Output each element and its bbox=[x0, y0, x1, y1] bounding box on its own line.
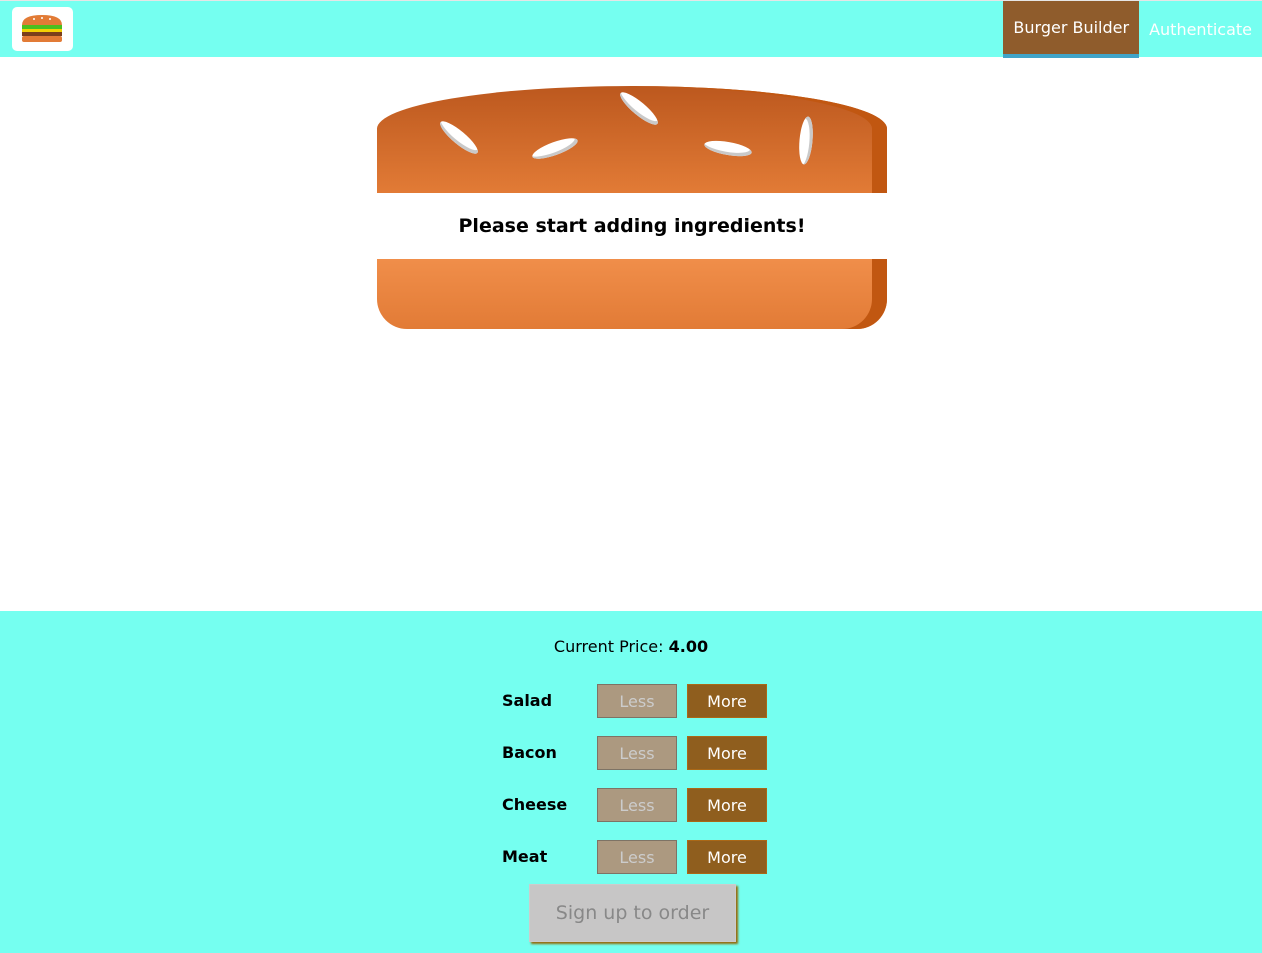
seed bbox=[530, 134, 580, 163]
nav-authenticate[interactable]: Authenticate bbox=[1139, 1, 1262, 58]
seed bbox=[797, 116, 815, 165]
empty-burger-message: Please start adding ingredients! bbox=[458, 215, 806, 237]
seed bbox=[436, 117, 482, 158]
price-label: Current Price: bbox=[553, 637, 664, 656]
toolbar: Burger Builder Authenticate bbox=[0, 0, 1262, 58]
control-meat: Meat Less More bbox=[502, 840, 772, 874]
less-button[interactable]: Less bbox=[597, 840, 677, 874]
ingredient-label: Meat bbox=[502, 847, 548, 866]
ingredient-label: Cheese bbox=[502, 795, 568, 814]
seed bbox=[703, 137, 753, 160]
sign-up-to-order-button[interactable]: Sign up to order bbox=[529, 884, 736, 942]
price-value: 4.00 bbox=[668, 637, 709, 656]
bread-bottom bbox=[377, 259, 887, 329]
less-button[interactable]: Less bbox=[597, 684, 677, 718]
current-price: Current Price: 4.00 bbox=[0, 637, 1262, 656]
nav-menu: Burger Builder Authenticate bbox=[1003, 1, 1262, 58]
nav-burger-builder[interactable]: Burger Builder bbox=[1003, 1, 1140, 58]
burger-preview: Please start adding ingredients! bbox=[377, 86, 887, 329]
bread-top bbox=[377, 86, 887, 193]
more-button[interactable]: More bbox=[687, 736, 767, 770]
more-button[interactable]: More bbox=[687, 840, 767, 874]
control-cheese: Cheese Less More bbox=[502, 788, 772, 822]
more-button[interactable]: More bbox=[687, 684, 767, 718]
burger-logo-icon[interactable] bbox=[12, 7, 73, 51]
less-button[interactable]: Less bbox=[597, 736, 677, 770]
ingredient-label: Bacon bbox=[502, 743, 557, 762]
control-bacon: Bacon Less More bbox=[502, 736, 772, 770]
ingredient-label: Salad bbox=[502, 691, 553, 710]
control-salad: Salad Less More bbox=[502, 684, 772, 718]
more-button[interactable]: More bbox=[687, 788, 767, 822]
less-button[interactable]: Less bbox=[597, 788, 677, 822]
build-controls: Current Price: 4.00 Salad Less More Baco… bbox=[0, 611, 1262, 953]
seed bbox=[616, 88, 662, 129]
